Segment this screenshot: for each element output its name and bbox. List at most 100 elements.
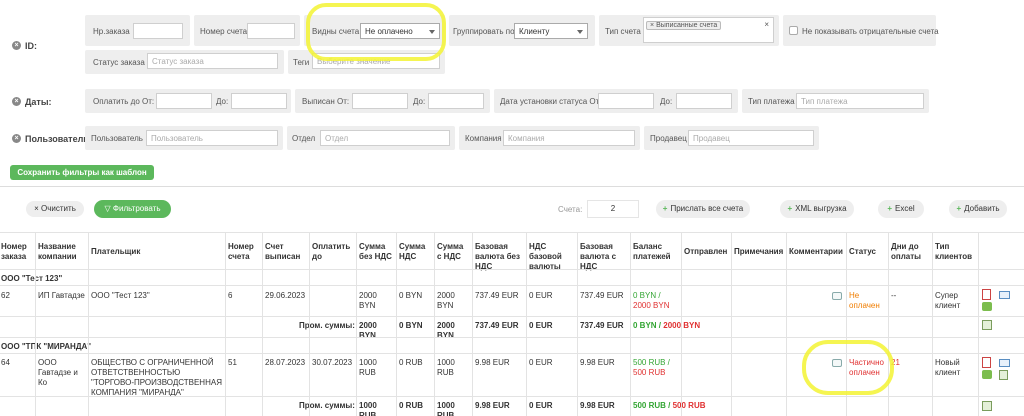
column-divider [978,232,979,416]
th-days: Дни до оплаты [891,242,921,261]
cell-sum-vat: 1000 RUB [437,358,455,377]
subtotal-label: Пром. суммы: [299,321,355,330]
filter-button[interactable]: ▽ Фильтровать [94,200,171,218]
subtotal-sum-vat: 2000 BYN [437,321,455,340]
column-divider [262,232,263,416]
payment-type-input[interactable]: Тип платежа [796,93,924,109]
comment-icon[interactable] [832,292,842,300]
order-status-input[interactable]: Статус заказа [147,53,278,69]
document-icon[interactable] [999,370,1008,380]
department-input[interactable]: Отдел [320,130,450,146]
remove-dates-filter-icon[interactable]: × [12,97,21,106]
subtotal-sum-vat: 1000 RUB [437,401,455,416]
cell-vat: 0 BYN [399,291,423,300]
invoice-pdf-icon[interactable] [982,357,991,368]
subtotal-base-vat: 9.98 EUR [580,401,615,410]
save-filters-template-button[interactable]: Сохранить фильтры как шаблон [10,165,154,180]
cell-base-no-vat: 9.98 EUR [475,358,510,367]
cell-company: ИП Гавтадзе [38,291,85,300]
issued-from-input[interactable] [352,93,408,109]
column-divider [35,232,36,416]
invoice-type-multiselect[interactable]: × Выписанные счета × [643,17,774,43]
cell-status: Не оплачен [849,291,880,310]
seller-input[interactable]: Продавец [688,130,814,146]
cell-balance: 0 BYN / 2000 BYN [633,291,669,311]
subtotal-base-vat: 737.49 EUR [580,321,624,330]
subtotal-label: Пром. суммы: [299,401,355,410]
pay-until-from-input[interactable] [156,93,212,109]
mail-icon[interactable] [999,359,1010,367]
cell-invoice-no: 6 [228,291,233,300]
cell-sum-no-vat: 1000 RUB [359,358,377,377]
status-date-from-input[interactable] [598,93,654,109]
column-divider [681,232,682,416]
th-invoice-no: Номер счета [228,242,254,261]
subtotal-base-no-vat: 737.49 EUR [475,321,519,330]
edit-icon[interactable] [982,370,992,379]
cell-base-vat: 737.49 EUR [580,291,624,300]
clear-selection-icon[interactable]: × [764,20,769,29]
pay-until-to-input[interactable] [231,93,287,109]
column-divider [630,232,631,416]
header-bottom-border [0,269,1024,270]
th-balance: Баланс платежей [633,242,671,261]
th-base-vat: Базовая валюта с НДС [580,242,617,271]
invoice-count-value: 2 [587,200,639,218]
th-base-no-vat: Базовая валюта без НДС [475,242,520,271]
clear-button[interactable]: × Очистить [26,201,84,217]
cell-client-type: Новый клиент [935,358,961,377]
mail-icon[interactable] [999,291,1010,299]
excel-export-button[interactable]: + Excel [878,200,924,218]
group-by-select[interactable]: Клиенту [514,23,588,39]
cell-days: -- [891,291,897,300]
status-date-to-input[interactable] [676,93,732,109]
company-label: Компания [465,134,502,143]
cell-base-no-vat: 737.49 EUR [475,291,519,300]
subtotal-base-no-vat: 9.98 EUR [475,401,510,410]
order-no-input[interactable] [133,23,183,39]
invoice-no-input[interactable] [247,23,295,39]
th-order-no: Номер заказа [1,242,27,261]
company-input[interactable]: Компания [503,130,635,146]
hide-negative-label: Не показывать отрицательные счета [802,27,939,36]
column-divider [88,232,89,416]
cell-payer: ОБЩЕСТВО С ОГРАНИЧЕННОЙ ОТВЕТСТВЕННОСТЬЮ… [91,358,222,397]
status-date-from-label: Дата установки статуса От: [500,97,602,106]
column-divider [932,232,933,416]
user-label: Пользователь [91,134,143,143]
issued-to-input[interactable] [428,93,484,109]
row-border [0,316,1024,317]
subtotal-balance: 0 BYN / 2000 BYN [633,321,701,330]
remove-id-filter-icon[interactable]: × [12,41,21,50]
department-label: Отдел [292,134,316,143]
send-all-invoices-button[interactable]: + Прислать все счета [656,200,750,218]
cell-issued: 28.07.2023 [265,358,306,367]
th-client-type: Тип клиентов [935,242,972,261]
cell-company: ООО Гавтадзе и Ко [38,358,78,387]
report-icon[interactable] [982,320,992,330]
invoice-pdf-icon[interactable] [982,289,991,300]
group-title: ООО "ТПК "МИРАНДА" [1,342,92,351]
xml-export-button[interactable]: + XML выгрузка [780,200,854,218]
highlight-status [802,340,894,395]
balance-total: 500 RUB [633,368,666,377]
cell-client-type: Супер клиент [935,291,961,310]
remove-users-filter-icon[interactable]: × [12,134,21,143]
add-button[interactable]: + Добавить [949,200,1007,218]
user-input[interactable]: Пользователь [146,130,278,146]
column-divider [526,232,527,416]
edit-icon[interactable] [982,302,992,311]
subtotal-vat: 0 BYN [399,321,423,330]
column-divider [577,232,578,416]
balance-paid: 0 BYN / [633,291,661,300]
tag-remove-icon[interactable]: × [650,22,654,29]
report-icon[interactable] [982,401,992,411]
subtotal-vat-base: 0 EUR [529,321,553,330]
plus-icon: + [787,204,793,213]
th-vat-base: НДС базовой валюты [529,242,562,271]
hide-negative-checkbox[interactable] [789,26,798,35]
plus-icon: + [662,204,668,213]
pay-until-to-label: До: [216,97,229,106]
th-status: Статус [849,247,876,256]
cell-pay-until: 30.07.2023 [312,358,353,367]
